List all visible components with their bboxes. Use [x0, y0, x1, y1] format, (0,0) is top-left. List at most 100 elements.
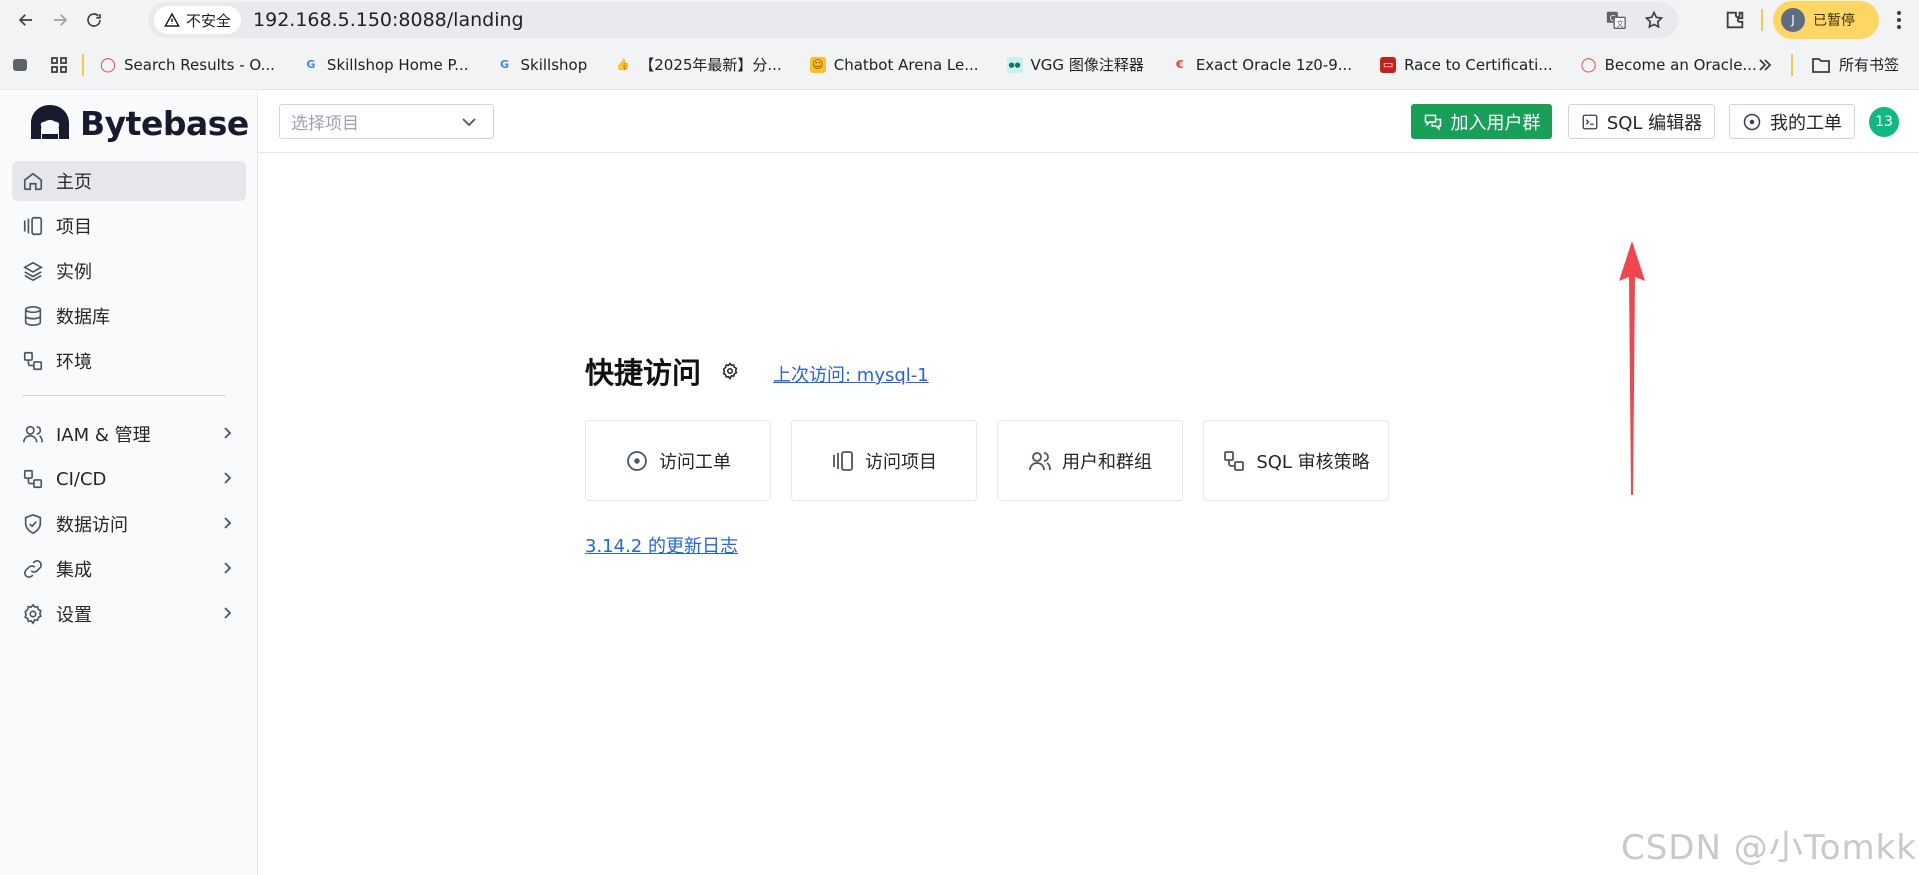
forward-button[interactable] — [46, 6, 74, 34]
translate-button[interactable]: G文 — [1602, 6, 1630, 34]
bookmarks-bar: ◯ Search Results - O... G Skillshop Home P.… — [0, 40, 1919, 90]
logo[interactable]: Bytebase — [28, 103, 249, 143]
app-header: 选择项目 加入用户群 SQL 编辑器 我的工单 13 — [258, 91, 1919, 153]
gear-icon[interactable] — [721, 362, 739, 380]
chevron-right-icon — [220, 606, 234, 620]
sidebar-item-environments[interactable]: 环境 — [12, 341, 246, 381]
workflow-icon — [1222, 449, 1246, 473]
gear-icon — [22, 603, 44, 625]
chevron-right-icon — [220, 426, 234, 440]
join-user-group-label: 加入用户群 — [1450, 112, 1541, 134]
project-icon — [831, 449, 855, 473]
bookmark-label: VGG 图像注释器 — [1030, 56, 1144, 74]
join-user-group-button[interactable]: 加入用户群 — [1411, 104, 1552, 139]
circle-dot-icon — [625, 449, 649, 473]
quick-access-issues[interactable]: 访问工单 — [585, 420, 771, 501]
sql-editor-label: SQL 编辑器 — [1606, 112, 1703, 134]
quick-access-cards: 访问工单 访问项目 用户和群组 SQL 审核策略 — [585, 420, 1389, 501]
chevron-down-icon — [461, 116, 477, 128]
sidebar-item-label: 项目 — [56, 217, 92, 238]
sidebar-item-databases[interactable]: 数据库 — [12, 296, 246, 336]
tab-group-icon[interactable] — [12, 57, 28, 73]
bookmark-item[interactable]: G Skillshop Home P... — [303, 55, 469, 74]
bookmark-label: Search Results - O... — [124, 55, 275, 74]
all-bookmarks-label: 所有书签 — [1838, 56, 1899, 74]
sidebar-item-settings[interactable]: 设置 — [12, 594, 246, 634]
chat-icon — [1423, 112, 1443, 132]
sidebar-item-data-access[interactable]: 数据访问 — [12, 504, 246, 544]
quick-access-label: SQL 审核策略 — [1256, 451, 1370, 473]
bookmark-star-button[interactable] — [1640, 6, 1668, 34]
bookmarks-divider-right — [1790, 53, 1793, 76]
quick-access-label: 用户和群组 — [1062, 451, 1152, 473]
browser-toolbar: 不安全 192.168.5.150:8088/landing G文 J 已暂停 — [0, 0, 1919, 40]
home-icon — [22, 170, 44, 192]
sidebar-item-cicd[interactable]: CI/CD — [12, 459, 246, 499]
url-text[interactable]: 192.168.5.150:8088/landing — [253, 9, 524, 31]
extensions-button[interactable] — [1719, 4, 1751, 36]
my-issues-button[interactable]: 我的工单 — [1729, 104, 1855, 139]
sidebar-item-label: 数据库 — [56, 307, 110, 328]
hugging-face-icon: ☺ — [809, 56, 826, 73]
sidebar: Bytebase 主页 项目 实例 数据库 环境 IAM & 管理 CI/CD … — [0, 91, 258, 875]
warning-icon — [164, 12, 180, 28]
bookmark-item[interactable]: G Skillshop — [497, 55, 588, 74]
terminal-icon — [1581, 113, 1599, 131]
sidebar-nav: 主页 项目 实例 数据库 环境 IAM & 管理 CI/CD 数据访问 集成 设… — [12, 161, 246, 639]
star-icon — [1644, 10, 1664, 30]
chevron-double-right-icon[interactable] — [1757, 57, 1773, 73]
bookmark-label: 【2025年最新】分... — [639, 56, 782, 74]
sidebar-item-instances[interactable]: 实例 — [12, 251, 246, 291]
bookmark-item[interactable]: ◯ Become an Oracle... — [1581, 56, 1757, 74]
project-select[interactable]: 选择项目 — [279, 104, 494, 139]
all-bookmarks-button[interactable]: 所有书签 — [1811, 54, 1899, 75]
back-button[interactable] — [12, 6, 40, 34]
annotation-arrow — [1617, 241, 1647, 499]
reload-button[interactable] — [80, 6, 108, 34]
bookmark-label: Chatbot Arena Le... — [833, 55, 979, 74]
browser-menu-button[interactable] — [1889, 5, 1909, 35]
toolbar-divider — [1761, 9, 1763, 31]
profile-status: 已暂停 — [1813, 13, 1855, 29]
sidebar-item-label: 主页 — [56, 172, 92, 193]
address-bar[interactable]: 不安全 192.168.5.150:8088/landing G文 — [148, 2, 1678, 38]
bookmark-item[interactable]: ◯ Search Results - O... — [100, 56, 275, 74]
quick-access-users-groups[interactable]: 用户和群组 — [997, 420, 1183, 501]
sidebar-item-integration[interactable]: 集成 — [12, 549, 246, 589]
sidebar-item-iam[interactable]: IAM & 管理 — [12, 414, 246, 454]
sidebar-item-label: 数据访问 — [56, 515, 128, 536]
bytebase-logo-icon — [28, 103, 72, 143]
bookmark-label: Skillshop — [520, 55, 588, 74]
bookmark-item[interactable]: 👍 【2025年最新】分... — [615, 54, 781, 75]
bookmark-label: Exact Oracle 1z0-9... — [1195, 55, 1353, 74]
chevron-right-icon — [220, 516, 234, 530]
profile-button[interactable]: J 已暂停 — [1773, 1, 1879, 39]
sidebar-item-label: 实例 — [56, 262, 92, 283]
quick-access-sql-review[interactable]: SQL 审核策略 — [1203, 420, 1389, 501]
shield-check-icon — [22, 513, 44, 535]
sidebar-item-label: CI/CD — [56, 468, 107, 490]
sql-editor-button[interactable]: SQL 编辑器 — [1568, 104, 1715, 139]
quick-access-projects[interactable]: 访问项目 — [791, 420, 977, 501]
bookmark-item[interactable]: ▭ Race to Certificati... — [1380, 56, 1553, 74]
thumbs-up-icon: 👍 — [616, 58, 631, 71]
workflow-icon — [22, 468, 44, 490]
bookmark-item[interactable]: ☺ Chatbot Arena Le... — [809, 55, 979, 74]
folder-icon — [1811, 56, 1831, 74]
environment-icon — [22, 350, 44, 372]
arrow-right-icon — [51, 11, 69, 29]
vgg-icon: ●● — [1006, 56, 1023, 73]
project-select-placeholder: 选择项目 — [291, 114, 359, 134]
profile-avatar: J — [1781, 8, 1805, 32]
sidebar-item-projects[interactable]: 项目 — [12, 206, 246, 246]
sidebar-item-home[interactable]: 主页 — [12, 161, 246, 201]
bookmark-item[interactable]: ●● VGG 图像注释器 — [1006, 54, 1144, 75]
chevron-right-icon — [220, 471, 234, 485]
security-chip[interactable]: 不安全 — [154, 6, 242, 34]
notification-badge[interactable]: 13 — [1869, 107, 1899, 137]
apps-grid-icon[interactable] — [50, 56, 68, 74]
bookmark-label: Skillshop Home P... — [326, 55, 469, 74]
changelog-link[interactable]: 3.14.2 的更新日志 — [585, 532, 738, 558]
last-visit-link[interactable]: 上次访问: mysql-1 — [773, 361, 929, 387]
bookmark-item[interactable]: € Exact Oracle 1z0-9... — [1172, 56, 1352, 74]
